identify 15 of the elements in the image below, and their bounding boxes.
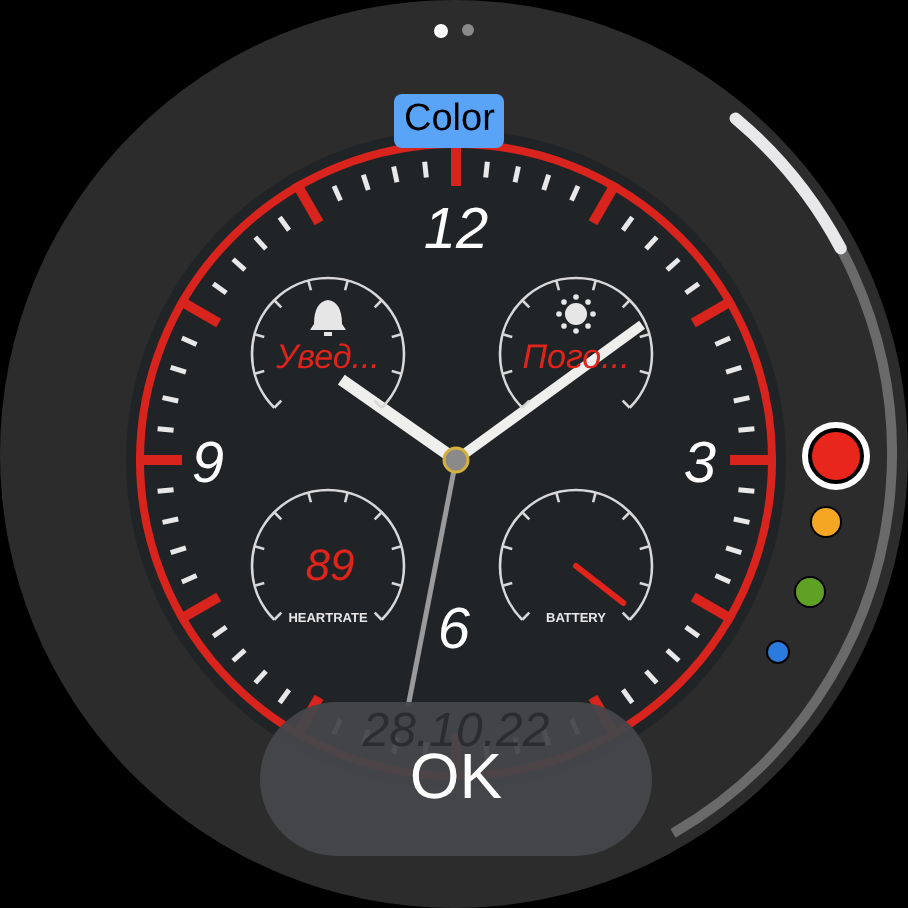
gauge-scale-icon: [250, 488, 406, 621]
hand-pivot: [442, 446, 470, 474]
gauge-needle: [573, 563, 627, 606]
bell-icon: [310, 300, 346, 336]
gauge-scale-icon: [250, 276, 406, 409]
hour-numeral: 12: [423, 198, 489, 262]
sun-icon: [556, 294, 596, 334]
hour-numeral: 6: [437, 598, 471, 662]
color-title: Color: [394, 94, 505, 148]
heart-rate-value: 89: [305, 540, 355, 590]
hour-numeral: 9: [191, 432, 225, 496]
gauge-scale-icon: [498, 488, 654, 621]
scroll-thumb: [729, 112, 847, 255]
hour-numeral: 3: [683, 432, 717, 496]
complication-label: Увед...: [276, 338, 380, 376]
